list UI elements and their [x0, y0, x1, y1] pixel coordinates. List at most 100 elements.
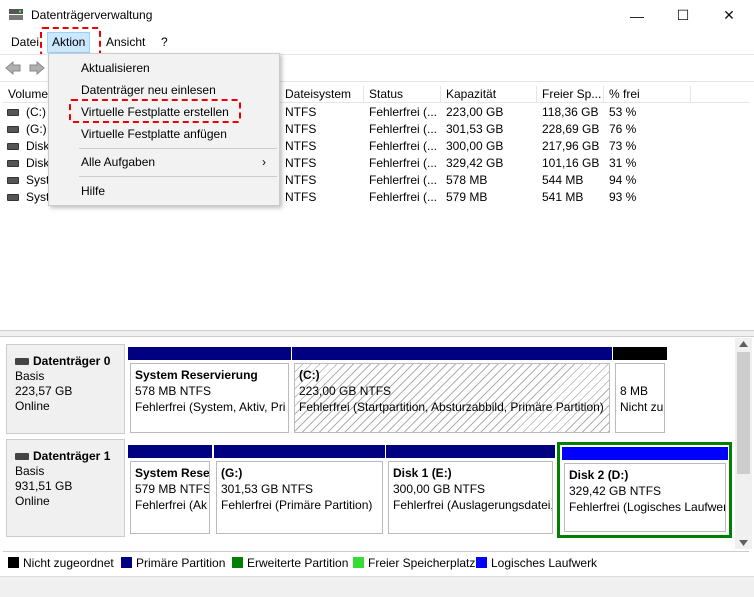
cell-percent-free: 31 %: [609, 156, 637, 170]
drive-icon: [7, 126, 19, 133]
partition-bar: [214, 445, 385, 458]
forward-arrow-icon[interactable]: [29, 61, 45, 75]
cell-percent-free: 93 %: [609, 190, 637, 204]
column-filesystem[interactable]: Dateisystem: [280, 86, 364, 103]
minimize-button[interactable]: —: [614, 0, 660, 31]
cell-status: Fehlerfrei (...: [369, 122, 438, 136]
cell-free-space: 217,96 GB: [542, 139, 600, 153]
partition-d[interactable]: Disk 2 (D:) 329,42 GB NTFS Fehlerfrei (L…: [562, 447, 728, 534]
close-button[interactable]: ✕: [706, 0, 752, 31]
disk-graphical-view: Datenträger 0 Basis 223,57 GB Online Sys…: [3, 338, 735, 549]
partition-body: System Reservierung 578 MB NTFS Fehlerfr…: [130, 363, 289, 433]
column-percent-free[interactable]: % frei: [604, 86, 691, 103]
cell-status: Fehlerfrei (...: [369, 139, 438, 153]
legend-swatch: [232, 557, 243, 568]
column-capacity[interactable]: Kapazität: [441, 86, 537, 103]
cell-free-space: 544 MB: [542, 173, 584, 187]
cell-filesystem: NTFS: [285, 122, 317, 136]
disk-1-info[interactable]: Datenträger 1 Basis 931,51 GB Online: [6, 439, 125, 537]
cell-capacity: 223,00 GB: [446, 105, 504, 119]
maximize-button[interactable]: ☐: [660, 0, 706, 31]
partition-size: 300,00 GB NTFS: [393, 482, 486, 496]
cell-free-space: 541 MB: [542, 190, 584, 204]
column-free-space[interactable]: Freier Sp...: [537, 86, 604, 103]
cell-status: Fehlerfrei (...: [369, 190, 438, 204]
disk-icon: [15, 358, 29, 365]
disk-1-type: Basis: [15, 464, 45, 478]
pane-splitter[interactable]: [0, 330, 754, 337]
menu-separator: [79, 176, 277, 177]
cell-capacity: 578 MB: [446, 173, 488, 187]
menu-separator: [79, 148, 277, 149]
partition-size: 579 MB NTFS: [135, 482, 210, 496]
submenu-arrow-icon: ›: [262, 155, 266, 169]
scroll-down-icon[interactable]: [739, 540, 748, 546]
partition-body: Disk 2 (D:) 329,42 GB NTFS Fehlerfrei (L…: [564, 463, 726, 532]
cell-status: Fehlerfrei (...: [369, 105, 438, 119]
menu-item-all-tasks[interactable]: Alle Aufgaben ›: [50, 151, 279, 173]
minimize-icon: —: [630, 7, 644, 24]
partition-bar: [292, 347, 612, 360]
back-arrow-icon[interactable]: [5, 61, 21, 75]
menu-bar: Datei Aktion Ansicht ?: [0, 27, 754, 56]
cell-free-space: 101,16 GB: [542, 156, 600, 170]
partition-name: Disk 1 (E:): [393, 466, 452, 480]
partition-status: Fehlerfrei (System, Aktiv, Pri: [135, 400, 286, 414]
partition-e[interactable]: Disk 1 (E:) 300,00 GB NTFS Fehlerfrei (A…: [386, 445, 555, 536]
partition-system-reserved-0[interactable]: System Reservierung 578 MB NTFS Fehlerfr…: [128, 347, 291, 435]
partition-size: 578 MB NTFS: [135, 384, 212, 398]
legend-free-space: Freier Speicherplatz: [353, 556, 475, 570]
disk-1-name: Datenträger 1: [15, 449, 116, 464]
legend-swatch: [476, 557, 487, 568]
cell-filesystem: NTFS: [285, 190, 317, 204]
partition-bar: [128, 445, 212, 458]
menu-item-attach-vhd[interactable]: Virtuelle Festplatte anfügen: [50, 123, 279, 145]
partition-g[interactable]: (G:) 301,53 GB NTFS Fehlerfrei (Primäre …: [214, 445, 385, 536]
maximize-icon: ☐: [676, 7, 690, 23]
legend-unallocated: Nicht zugeordnet: [8, 556, 114, 570]
cell-percent-free: 53 %: [609, 105, 637, 119]
disk-0-state: Online: [15, 399, 50, 413]
cell-capacity: 300,00 GB: [446, 139, 504, 153]
cell-status: Fehlerfrei (...: [369, 173, 438, 187]
legend-swatch: [121, 557, 132, 568]
menu-action[interactable]: Aktion: [47, 32, 91, 53]
disk-0-size: 223,57 GB: [15, 384, 73, 398]
menu-item-help[interactable]: Hilfe: [50, 180, 279, 202]
partition-body: (G:) 301,53 GB NTFS Fehlerfrei (Primäre …: [216, 461, 383, 534]
disk-0-info[interactable]: Datenträger 0 Basis 223,57 GB Online: [6, 344, 125, 434]
vertical-scrollbar[interactable]: [735, 338, 752, 549]
status-bar: [0, 576, 754, 597]
legend-primary: Primäre Partition: [121, 556, 225, 570]
column-status[interactable]: Status: [364, 86, 441, 103]
scrollbar-thumb[interactable]: [737, 352, 750, 474]
partition-unallocated[interactable]: 8 MB Nicht zu: [613, 347, 667, 435]
menu-item-refresh[interactable]: Aktualisieren: [50, 57, 279, 79]
cell-free-space: 228,69 GB: [542, 122, 600, 136]
drive-icon: [7, 143, 19, 150]
drive-icon: [7, 109, 19, 116]
partition-name: System Reservierung: [135, 368, 258, 382]
menu-view[interactable]: Ansicht: [102, 31, 149, 53]
partition-size: 329,42 GB NTFS: [569, 484, 662, 498]
menu-item-rescan-disks[interactable]: Datenträger neu einlesen: [50, 79, 279, 101]
cell-percent-free: 76 %: [609, 122, 637, 136]
partition-body: (C:) 223,00 GB NTFS Fehlerfrei (Startpar…: [294, 363, 610, 433]
legend-extended: Erweiterte Partition: [232, 556, 348, 570]
partition-name: System Rese: [135, 466, 210, 480]
disk-1-size: 931,51 GB: [15, 479, 73, 493]
partition-body: 8 MB Nicht zu: [615, 363, 665, 433]
partition-system-reserved-1[interactable]: System Rese 579 MB NTFS Fehlerfrei (Ak: [128, 445, 212, 536]
menu-help[interactable]: ?: [157, 31, 172, 53]
cell-filesystem: NTFS: [285, 156, 317, 170]
menu-file[interactable]: Datei: [7, 31, 43, 53]
partition-c[interactable]: (C:) 223,00 GB NTFS Fehlerfrei (Startpar…: [292, 347, 612, 435]
highlight-create-vhd: [69, 99, 241, 123]
partition-bar: [386, 445, 555, 458]
scroll-up-icon[interactable]: [739, 341, 748, 347]
partition-size: 8 MB: [620, 384, 649, 398]
cell-capacity: 579 MB: [446, 190, 488, 204]
partition-name: Disk 2 (D:): [569, 468, 629, 482]
disk-management-icon: [9, 9, 23, 20]
legend: Nicht zugeordnet Primäre Partition Erwei…: [3, 551, 749, 573]
